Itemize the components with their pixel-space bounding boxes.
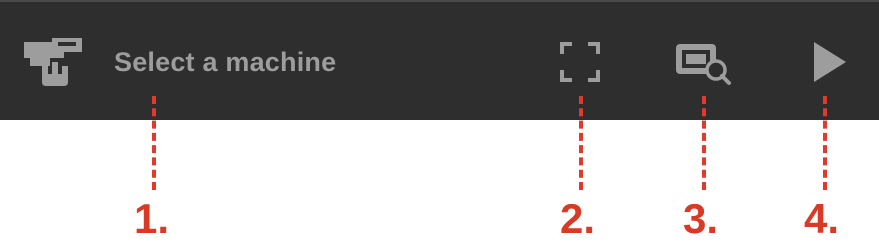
toolbar: Select a machine xyxy=(0,0,879,120)
play-icon xyxy=(814,42,846,82)
screen-inspect-button[interactable] xyxy=(668,32,740,92)
machine-selector[interactable]: Select a machine xyxy=(22,32,336,92)
callout-label-3: 3. xyxy=(683,195,719,242)
callout-label-4: 4. xyxy=(804,195,840,242)
fullscreen-button[interactable] xyxy=(552,32,608,92)
fullscreen-icon xyxy=(560,42,600,82)
callout-label-1: 1. xyxy=(134,195,170,242)
play-button[interactable] xyxy=(800,32,856,92)
callout-line-2 xyxy=(579,96,583,190)
callout-line-3 xyxy=(702,96,706,190)
callout-line-4 xyxy=(823,96,827,190)
callout-label-2: 2. xyxy=(560,195,596,242)
screen-inspect-icon xyxy=(676,44,731,85)
machine-icon xyxy=(24,38,82,86)
machine-selector-label: Select a machine xyxy=(114,46,337,77)
callout-line-1 xyxy=(152,96,156,190)
